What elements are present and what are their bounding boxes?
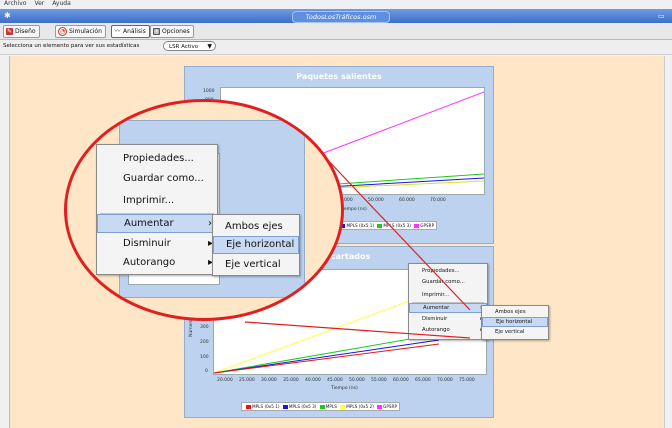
submenu-item-ambos-ejes[interactable]: Ambos ejes <box>213 217 299 236</box>
magnifier-circle: Propiedades... Guardar como... Imprimir.… <box>64 99 344 321</box>
menu-item-imprimir[interactable]: Imprimir... <box>97 191 217 211</box>
menu-item-label: Aumentar <box>124 218 174 229</box>
submenu-magnified: Ambos ejes Eje horizontal Eje vertical <box>212 214 300 276</box>
menu-item-aumentar[interactable]: Aumentar › <box>97 214 217 233</box>
menu-item-label: Disminuir <box>123 238 171 249</box>
submenu-item-eje-horizontal[interactable]: Eje horizontal <box>213 236 299 254</box>
menu-item-guardar-como[interactable]: Guardar como... <box>97 169 217 189</box>
menu-item-propiedades[interactable]: Propiedades... <box>97 149 217 169</box>
submenu-item-eje-vertical[interactable]: Eje vertical <box>213 255 299 274</box>
menu-item-autorango[interactable]: Autorango ▸ <box>97 253 217 273</box>
context-menu-magnified: Propiedades... Guardar como... Imprimir.… <box>96 144 218 275</box>
menu-item-label: Autorango <box>123 257 176 268</box>
menu-item-disminuir[interactable]: Disminuir ▸ <box>97 234 217 254</box>
